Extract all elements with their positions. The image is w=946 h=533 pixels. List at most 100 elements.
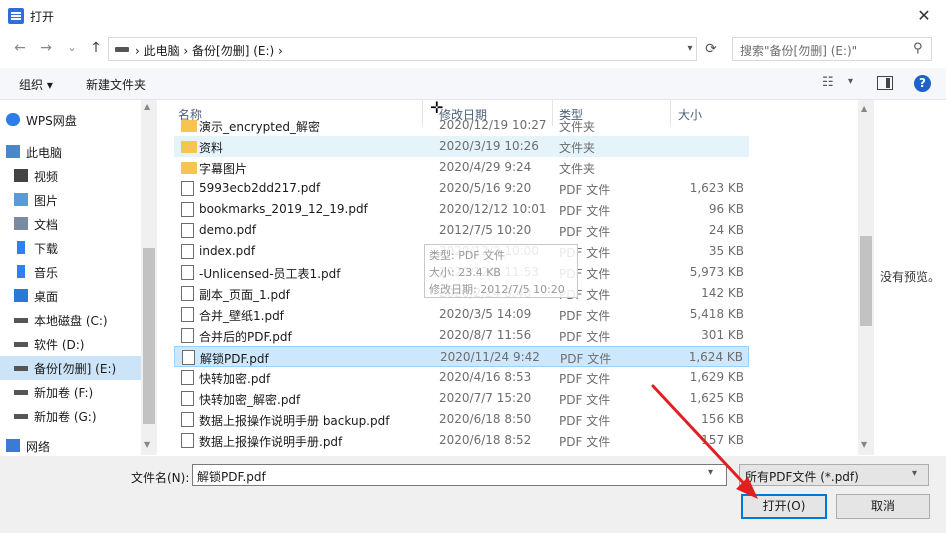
pdf-file-icon [181,181,194,196]
sidebar-item-label: 文档 [34,218,59,232]
tooltip-date: 修改日期: 2012/7/5 10:20 [429,283,565,296]
sidebar-item-7[interactable]: 桌面 [0,284,141,308]
sidebar-item-label: 网络 [26,440,51,454]
pdf-file-icon [181,412,194,427]
file-name: 快转加密_解密.pdf [199,393,301,407]
file-row[interactable]: 资料 2020/3/19 10:26 文件夹 [174,136,749,157]
sidebar-scrollbar-thumb[interactable] [143,248,155,424]
file-name: demo.pdf [199,223,257,237]
search-placeholder[interactable]: 搜索"备份[勿删] (E:)" [740,42,857,59]
list-scrollbar-thumb[interactable] [860,236,872,326]
sidebar-item-0[interactable]: WPS网盘 [0,108,141,132]
pdf-file-icon [181,244,194,259]
filename-label: 文件名(N): [131,471,190,485]
file-date: 2012/7/5 10:20 [439,223,532,237]
new-folder-button[interactable]: 新建文件夹 [86,76,146,93]
file-date: 2020/12/12 10:01 [439,202,547,216]
no-preview-text: 没有预览。 [880,270,941,284]
file-row[interactable]: bookmarks_2019_12_19.pdf 2020/12/12 10:01… [174,199,749,220]
pdf-file-icon [181,286,194,301]
file-row[interactable]: demo.pdf 2012/7/5 10:20 PDF 文件 24 KB [174,220,749,241]
folder-icon [181,120,197,132]
pdf-file-icon [181,307,194,322]
sidebar-item-label: 备份[勿删] (E:) [34,362,117,376]
sidebar-item-2[interactable]: 视频 [0,164,141,188]
file-size: 301 KB [701,328,744,342]
network-icon [6,439,20,452]
file-type: PDF 文件 [559,309,611,323]
drive-icon [14,390,28,395]
sidebar-item-1[interactable]: 此电脑 [0,140,141,164]
file-type: PDF 文件 [559,183,611,197]
file-size: 142 KB [701,286,744,300]
search-box[interactable]: 搜索"备份[勿删] (E:)" ⚲ [732,37,932,61]
file-type: PDF 文件 [559,204,611,218]
scroll-down-icon[interactable]: ▼ [144,440,150,449]
file-name: 数据上报操作说明手册.pdf [199,435,343,449]
file-row[interactable]: 解锁PDF.pdf 2020/11/24 9:42 PDF 文件 1,624 KB [174,346,749,367]
file-type: PDF 文件 [559,330,611,344]
file-name: -Unlicensed-员工表1.pdf [199,267,341,281]
scroll-up-icon[interactable]: ▲ [861,104,867,113]
back-button[interactable]: ← [8,36,32,60]
file-row[interactable]: 合并后的PDF.pdf 2020/8/7 11:56 PDF 文件 301 KB [174,325,749,346]
preview-pane-icon[interactable] [877,76,893,90]
file-date: 2020/6/18 8:52 [439,433,532,447]
close-button[interactable]: ✕ [902,0,946,32]
file-date: 2020/7/7 15:20 [439,391,532,405]
drive-icon [14,342,28,347]
file-type: PDF 文件 [559,225,611,239]
sidebar-item-4[interactable]: 文档 [0,212,141,236]
sidebar-item-label: WPS网盘 [26,114,77,128]
sidebar-item-6[interactable]: 音乐 [0,260,141,284]
cloud-icon [6,113,20,126]
address-bar[interactable]: › 此电脑 › 备份[勿删] (E:) › [108,37,697,61]
drive-icon [14,414,28,419]
pdf-file-icon [181,391,194,406]
file-row[interactable]: 字幕图片 2020/4/29 9:24 文件夹 [174,157,749,178]
view-options-icon[interactable]: ☷ [822,75,834,90]
search-icon: ⚲ [913,41,923,56]
cancel-button[interactable]: 取消 [836,494,930,519]
chevron-down-icon[interactable]: ▾ [912,468,917,479]
sidebar-item-5[interactable]: 下载 [0,236,141,260]
filename-value[interactable]: 解锁PDF.pdf [197,468,266,485]
sidebar-item-label: 图片 [34,194,59,208]
forward-button[interactable]: → [34,36,58,60]
organize-button[interactable]: 组织 ▾ [19,76,53,93]
file-type: 文件夹 [559,141,596,155]
sidebar-item-12[interactable]: 新加卷 (G:) [0,404,141,428]
sidebar-item-3[interactable]: 图片 [0,188,141,212]
file-name: bookmarks_2019_12_19.pdf [199,202,368,216]
sidebar-item-9[interactable]: 软件 (D:) [0,332,141,356]
refresh-button[interactable]: ⟳ [701,38,721,60]
file-row[interactable]: 5993ecb2dd217.pdf 2020/5/16 9:20 PDF 文件 1,6… [174,178,749,199]
sidebar-item-label: 视频 [34,170,59,184]
file-type: PDF 文件 [559,414,611,428]
red-arrow-annotation [651,384,758,499]
file-name: 演示_encrypted_解密 [199,120,320,134]
address-dropdown-button[interactable]: ▾ [680,38,700,60]
pictures-icon [14,193,28,206]
breadcrumb[interactable]: › 此电脑 › 备份[勿删] (E:) › [135,42,283,59]
file-row[interactable]: 合并_壁纸1.pdf 2020/3/5 14:09 PDF 文件 5,418 KB [174,304,749,325]
file-type: PDF 文件 [559,435,611,449]
file-row[interactable]: 演示_encrypted_解密 2020/12/19 10:27 文件夹 [174,115,749,136]
pdf-file-icon [181,265,194,280]
sidebar-item-8[interactable]: 本地磁盘 (C:) [0,308,141,332]
scroll-down-icon[interactable]: ▼ [861,440,867,449]
sidebar-item-13[interactable]: 网络 [0,434,141,458]
up-button[interactable]: ↑ [84,36,108,60]
toolbar: 组织 ▾ 新建文件夹 ☷ ▾ ? [0,68,946,100]
file-size: 1,623 KB [689,181,744,195]
file-size: 5,418 KB [689,307,744,321]
pdf-file-icon [181,370,194,385]
file-date: 2020/12/19 10:27 [439,118,547,132]
file-name: index.pdf [199,244,256,258]
recent-locations-button[interactable]: ⌄ [60,36,84,60]
sidebar-item-11[interactable]: 新加卷 (F:) [0,380,141,404]
sidebar-item-10[interactable]: 备份[勿删] (E:) [0,356,141,380]
help-icon[interactable]: ? [914,75,931,92]
view-dropdown-icon[interactable]: ▾ [848,76,853,87]
scroll-up-icon[interactable]: ▲ [144,102,150,111]
